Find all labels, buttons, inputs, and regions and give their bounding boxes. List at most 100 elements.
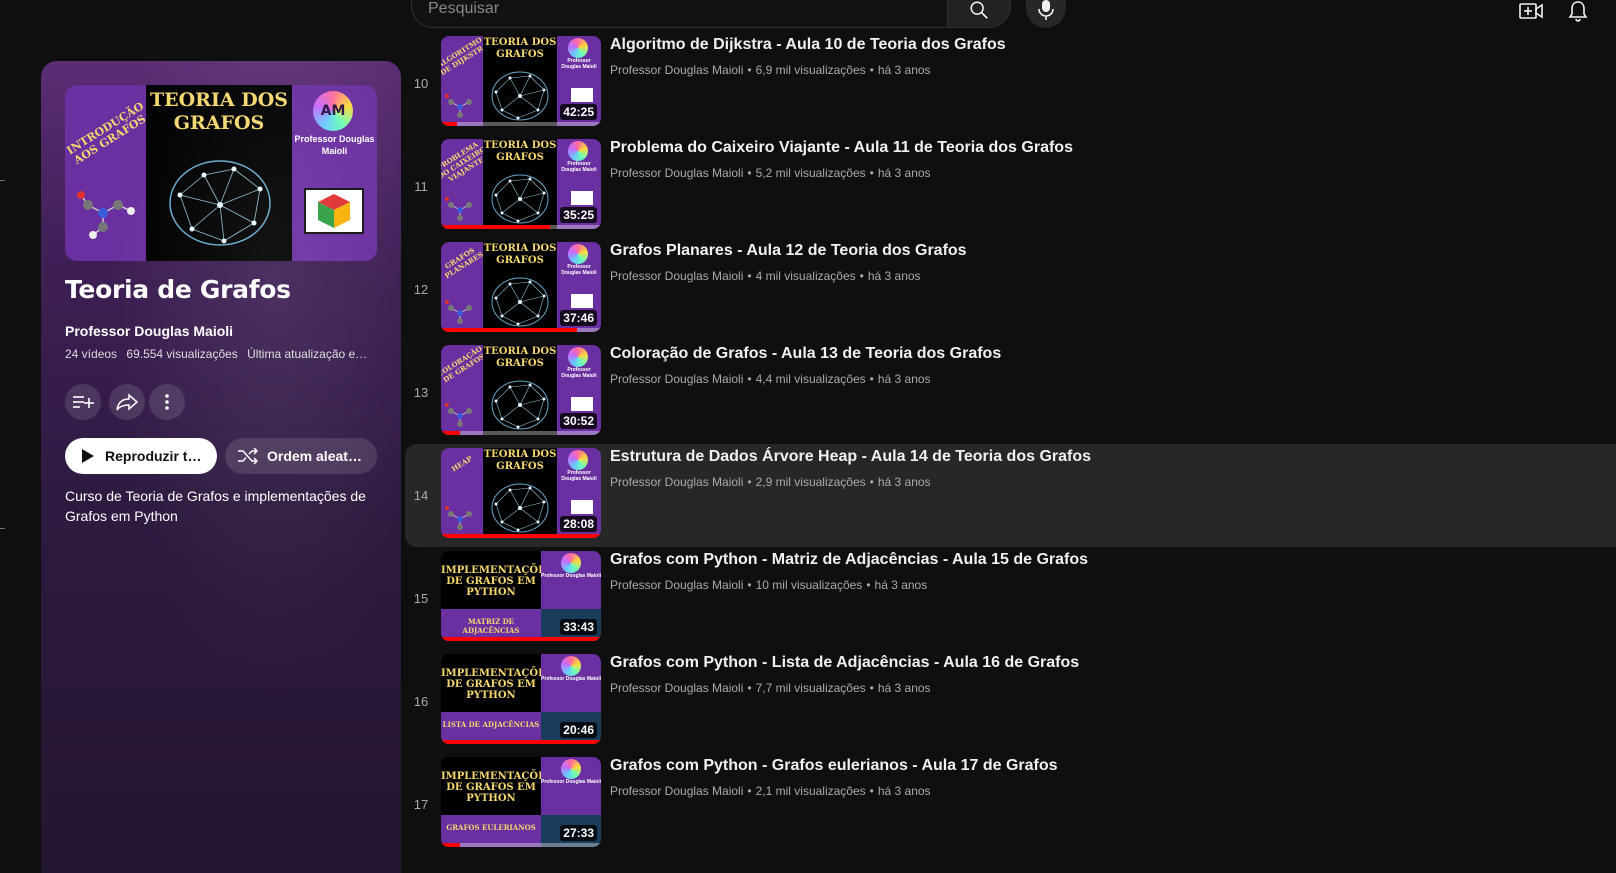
video-thumbnail[interactable]: PROBLEMA DO CAIXEIRO VIAJANTE TEORIA DOS…	[441, 139, 601, 229]
thumb-channel: Professor Douglas Maioli	[561, 161, 597, 173]
thumb-center: TEORIA DOS GRAFOS	[483, 36, 557, 126]
video-channel[interactable]: Professor Douglas Maioli	[610, 166, 743, 180]
playlist-cover[interactable]: INTRODUÇÃO AOS GRAFOS TEORIA DOS GRAFOS …	[65, 85, 377, 261]
watch-progress-bar	[441, 328, 577, 332]
video-title[interactable]: Grafos com Python - Grafos eulerianos - …	[610, 757, 1058, 775]
search-input[interactable]	[412, 0, 947, 18]
meta-separator: •	[747, 681, 752, 695]
playlist-video-row[interactable]: 17 IMPLEMENTAÇÕES DE GRAFOS EM PYTHON GR…	[405, 753, 1616, 856]
channel-logo-icon	[568, 347, 588, 367]
rubik-cube-image	[571, 500, 593, 514]
more-actions-button[interactable]	[149, 384, 185, 420]
thumb-subtitle: HEAP	[449, 453, 474, 474]
cover-channel: Professor Douglas Maioli	[294, 134, 375, 156]
shuffle-button[interactable]: Ordem aleató...	[225, 438, 377, 474]
thumb-python-header: IMPLEMENTAÇÕES DE GRAFOS EM PYTHON	[441, 654, 553, 712]
thumb-python-header: IMPLEMENTAÇÕES DE GRAFOS EM PYTHON	[441, 757, 553, 815]
molecule-icon	[445, 197, 472, 221]
video-meta: Professor Douglas Maioli • 5,2 mil visuali…	[610, 166, 931, 180]
edge-divider	[0, 528, 5, 529]
search-button[interactable]	[947, 0, 1011, 28]
total-views: 69.554 visualizações	[126, 347, 238, 361]
video-thumbnail[interactable]: COLORAÇÃO DE GRAFOS TEORIA DOS GRAFOS Pr…	[441, 345, 601, 435]
video-title[interactable]: Estrutura de Dados Árvore Heap - Aula 14…	[610, 448, 1091, 466]
watch-progress-bar	[441, 843, 461, 847]
playlist-video-row[interactable]: 13 COLORAÇÃO DE GRAFOS TEORIA DOS GRAFOS	[405, 341, 1616, 444]
save-playlist-button[interactable]	[65, 384, 101, 420]
video-duration: 33:43	[560, 619, 597, 635]
meta-separator: •	[869, 63, 874, 77]
video-age: há 3 anos	[877, 784, 931, 798]
playlist-video-row[interactable]: 10 ALGORITMO DE DIJKSTRA TEORIA DOS GRAF…	[405, 32, 1616, 135]
watch-progress-bar	[441, 637, 601, 641]
channel-logo-icon	[568, 244, 588, 264]
molecule-icon	[445, 506, 472, 530]
meta-separator: •	[869, 784, 874, 798]
video-title[interactable]: Grafos Planares - Aula 12 de Teoria dos …	[610, 242, 967, 260]
rubik-cube-image	[571, 294, 593, 308]
video-channel[interactable]: Professor Douglas Maioli	[610, 578, 743, 592]
video-duration: 28:08	[560, 516, 597, 532]
rubik-cube-image	[304, 188, 364, 234]
thumb-center: TEORIA DOS GRAFOS	[483, 139, 557, 229]
channel-logo-icon	[561, 656, 581, 676]
video-channel[interactable]: Professor Douglas Maioli	[610, 269, 743, 283]
playlist-video-row[interactable]: 11 PROBLEMA DO CAIXEIRO VIAJANTE TEORIA …	[405, 135, 1616, 238]
meta-separator: •	[747, 784, 752, 798]
thumb-channel-panel: Professor Douglas Maioli	[541, 757, 601, 815]
thumb-title: TEORIA DOS GRAFOS	[483, 243, 557, 266]
playlist-video-row[interactable]: 12 GRAFOS PLANARES TEORIA DOS GRAFOS Pro…	[405, 238, 1616, 341]
playlist-video-row[interactable]: 16 IMPLEMENTAÇÕES DE GRAFOS EM PYTHON LI…	[405, 650, 1616, 753]
search-icon	[970, 1, 988, 19]
video-views: 4,4 mil visualizações	[755, 372, 866, 386]
video-title[interactable]: Coloração de Grafos - Aula 13 de Teoria …	[610, 345, 1001, 363]
meta-separator: •	[747, 269, 752, 283]
thumb-subtitle: LISTA DE ADJACÊNCIAS	[442, 720, 540, 729]
video-thumbnail[interactable]: IMPLEMENTAÇÕES DE GRAFOS EM PYTHON MATRI…	[441, 551, 601, 641]
video-index: 12	[413, 282, 429, 297]
thumb-python-title: IMPLEMENTAÇÕES DE GRAFOS EM PYTHON	[441, 668, 553, 701]
video-channel[interactable]: Professor Douglas Maioli	[610, 475, 743, 489]
channel-logo: AM	[313, 91, 353, 131]
playlist-owner[interactable]: Professor Douglas Maioli	[65, 323, 233, 339]
video-channel[interactable]: Professor Douglas Maioli	[610, 784, 743, 798]
cover-left-strip: INTRODUÇÃO AOS GRAFOS	[65, 85, 148, 261]
playlist-video-row[interactable]: 15 IMPLEMENTAÇÕES DE GRAFOS EM PYTHON MA…	[405, 547, 1616, 650]
video-thumbnail[interactable]: ALGORITMO DE DIJKSTRA TEORIA DOS GRAFOS	[441, 36, 601, 126]
video-duration: 30:52	[560, 413, 597, 429]
more-vert-icon	[165, 394, 169, 410]
video-title[interactable]: Algoritmo de Dijkstra - Aula 10 de Teori…	[610, 36, 1006, 54]
channel-logo-icon	[568, 450, 588, 470]
thumb-channel-panel: Professor Douglas Maioli	[541, 551, 601, 609]
video-channel[interactable]: Professor Douglas Maioli	[610, 372, 743, 386]
video-index: 11	[414, 179, 428, 194]
share-button[interactable]	[109, 384, 145, 420]
channel-logo-icon	[561, 759, 581, 779]
video-thumbnail[interactable]: IMPLEMENTAÇÕES DE GRAFOS EM PYTHON GRAFO…	[441, 757, 601, 847]
video-index: 14	[413, 488, 429, 503]
video-title[interactable]: Problema do Caixeiro Viajante - Aula 11 …	[610, 139, 1073, 157]
thumb-channel: Professor Douglas Maioli	[561, 470, 597, 482]
play-all-button[interactable]: Reproduzir tu...	[65, 438, 217, 474]
create-button[interactable]	[1519, 0, 1543, 22]
notifications-button[interactable]	[1566, 0, 1590, 22]
playlist-video-row[interactable]: 14 HEAP TEORIA DOS GRAFOS Professor Doug…	[405, 444, 1616, 547]
video-thumbnail[interactable]: IMPLEMENTAÇÕES DE GRAFOS EM PYTHON LISTA…	[441, 654, 601, 744]
video-duration: 35:25	[560, 207, 597, 223]
brain-network-icon	[491, 380, 549, 430]
thumb-subtitle: GRAFOS EULERIANOS	[446, 823, 536, 832]
thumb-center: TEORIA DOS GRAFOS	[483, 242, 557, 332]
video-thumbnail[interactable]: HEAP TEORIA DOS GRAFOS Professor Douglas…	[441, 448, 601, 538]
search-box[interactable]	[411, 0, 947, 28]
video-index: 10	[413, 76, 429, 91]
cover-title: TEORIA DOS GRAFOS	[150, 89, 288, 134]
video-title[interactable]: Grafos com Python - Matriz de Adjacência…	[610, 551, 1088, 569]
brain-network-icon	[169, 160, 271, 246]
video-title[interactable]: Grafos com Python - Lista de Adjacências…	[610, 654, 1079, 672]
video-thumbnail[interactable]: GRAFOS PLANARES TEORIA DOS GRAFOS Profes…	[441, 242, 601, 332]
video-channel[interactable]: Professor Douglas Maioli	[610, 63, 743, 77]
voice-search-button[interactable]	[1026, 0, 1066, 28]
meta-separator: •	[747, 475, 752, 489]
thumb-python-title: IMPLEMENTAÇÕES DE GRAFOS EM PYTHON	[441, 565, 553, 598]
video-channel[interactable]: Professor Douglas Maioli	[610, 681, 743, 695]
